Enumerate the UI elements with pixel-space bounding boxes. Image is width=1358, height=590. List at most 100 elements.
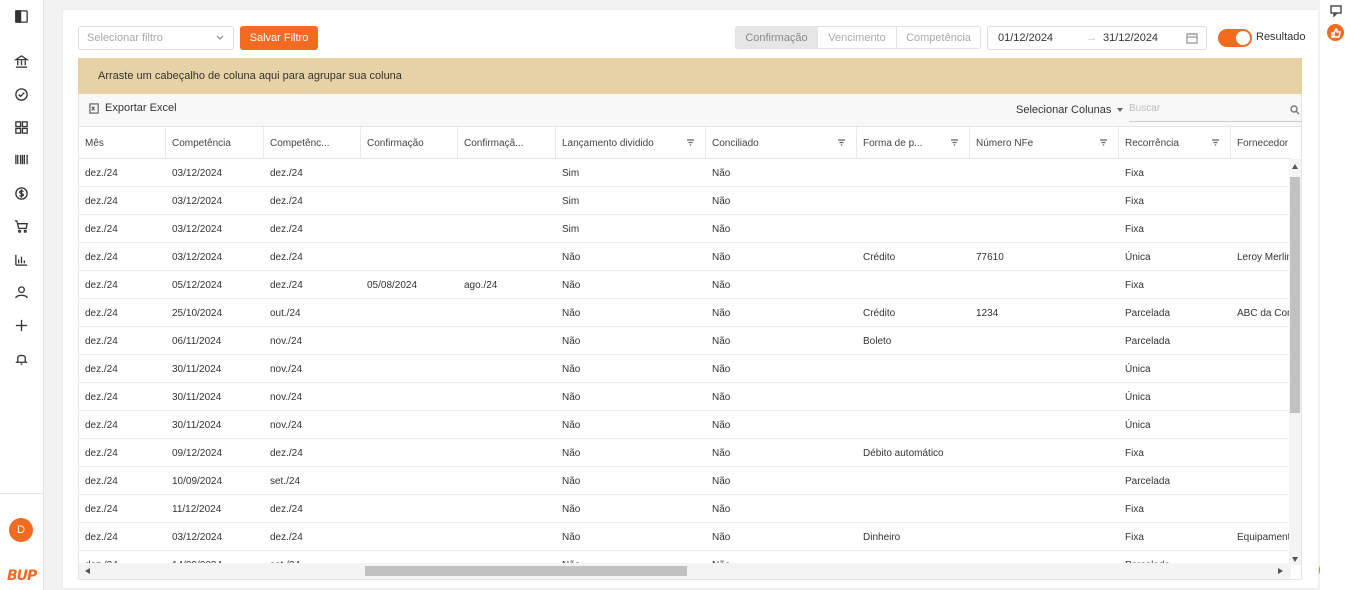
scroll-left-icon[interactable] — [85, 568, 90, 574]
scroll-right-icon[interactable] — [1278, 568, 1283, 574]
table-cell: Não — [562, 503, 581, 515]
table-row[interactable]: dez./24 06/11/2024 nov./24 Não Não Boleto Parc… — [79, 327, 1291, 355]
scroll-up-icon[interactable] — [1292, 164, 1298, 169]
table-cell: 10/09/2024 — [172, 475, 223, 487]
table-cell — [458, 243, 556, 271]
table-cell: 03/12/2024 — [172, 167, 223, 179]
select-columns-button[interactable]: Selecionar Colunas — [1016, 104, 1124, 116]
table-cell — [361, 467, 458, 495]
save-filter-button[interactable]: Salvar Filtro — [240, 26, 318, 50]
table-cell: 03/12/2024 — [172, 195, 223, 207]
brand-logo: BUP — [7, 568, 37, 584]
column-filter-icon[interactable] — [1211, 138, 1220, 147]
column-filter-icon[interactable] — [686, 138, 695, 147]
table-cell — [1231, 383, 1291, 411]
column-header[interactable]: Número NFe — [970, 127, 1119, 158]
table-cell — [857, 215, 970, 243]
group-panel[interactable]: Arraste um cabeçalho de coluna aqui para… — [78, 58, 1302, 94]
table-cell: dez./24 — [270, 447, 303, 459]
column-filter-icon[interactable] — [950, 138, 959, 147]
column-header-label: Competência — [172, 137, 231, 149]
table-cell: set./24 — [270, 475, 301, 487]
bell-icon[interactable] — [11, 348, 31, 368]
user-icon[interactable] — [11, 282, 31, 302]
horizontal-scrollbar[interactable] — [79, 563, 1291, 579]
table-cell: Débito automático — [863, 447, 944, 459]
bar-chart-icon[interactable] — [11, 249, 31, 269]
table-cell: Não — [562, 531, 581, 543]
column-header[interactable]: Competênc... — [264, 127, 361, 158]
column-header[interactable]: Competência — [166, 127, 264, 158]
table-row[interactable]: dez./24 03/12/2024 dez./24 Sim Não Fixa — [79, 187, 1291, 215]
grid-icon[interactable] — [11, 117, 31, 137]
grid-search-input[interactable]: Buscar — [1129, 100, 1302, 122]
table-cell — [361, 523, 458, 551]
table-row[interactable]: dez./24 03/12/2024 dez./24 Não Não Dinheiro Fi… — [79, 523, 1291, 551]
table-cell: 03/12/2024 — [172, 251, 223, 263]
date-end[interactable]: 31/12/2024 — [1103, 32, 1158, 44]
vertical-scroll-thumb[interactable] — [1290, 177, 1300, 413]
resultado-toggle[interactable] — [1218, 29, 1252, 47]
table-row[interactable]: dez./24 10/09/2024 set./24 Não Não Parcelada — [79, 467, 1291, 495]
grid-body: dez./24 03/12/2024 dez./24 Sim Não Fixa dez./2… — [79, 159, 1291, 565]
table-row[interactable]: dez./24 03/12/2024 dez./24 Sim Não Fixa — [79, 215, 1291, 243]
plus-icon[interactable] — [11, 315, 31, 335]
table-cell: dez./24 — [270, 279, 303, 291]
table-cell: Não — [562, 279, 581, 291]
horizontal-scroll-thumb[interactable] — [365, 566, 687, 576]
table-row[interactable]: dez./24 05/12/2024 dez./24 05/08/2024 ago./2… — [79, 271, 1291, 299]
filter-select[interactable]: Selecionar filtro — [78, 26, 234, 50]
table-cell — [970, 159, 1119, 187]
avatar[interactable]: D — [9, 518, 33, 542]
left-sidebar: D BUP — [0, 0, 44, 590]
scroll-down-icon[interactable] — [1292, 557, 1298, 562]
table-cell: dez./24 — [270, 167, 303, 179]
column-header[interactable]: Mês — [79, 127, 166, 158]
date-range-picker[interactable]: 01/12/2024 → 31/12/2024 — [987, 26, 1207, 50]
check-circle-icon[interactable] — [11, 84, 31, 104]
date-mode-vencimento[interactable]: Vencimento — [818, 27, 897, 48]
column-header-label: Recorrência — [1125, 137, 1179, 149]
bank-icon[interactable] — [11, 51, 31, 71]
calendar-icon[interactable] — [1186, 32, 1198, 44]
column-header[interactable]: Recorrência — [1119, 127, 1231, 158]
table-row[interactable]: dez./24 09/12/2024 dez./24 Não Não Débito aut… — [79, 439, 1291, 467]
column-header[interactable]: Fornecedor — [1231, 127, 1291, 158]
dollar-circle-icon[interactable] — [11, 183, 31, 203]
barcode-icon[interactable] — [11, 149, 31, 169]
thumbs-up-icon[interactable] — [1327, 24, 1344, 41]
column-header[interactable]: Lançamento dividido — [556, 127, 706, 158]
table-cell — [361, 495, 458, 523]
column-header[interactable]: Confirmação — [361, 127, 458, 158]
column-header[interactable]: Confirmaçã... — [458, 127, 556, 158]
table-cell: Não — [712, 475, 731, 487]
table-row[interactable]: dez./24 03/12/2024 dez./24 Não Não Crédito 776… — [79, 243, 1291, 271]
table-row[interactable]: dez./24 30/11/2024 nov./24 Não Não Única — [79, 383, 1291, 411]
vertical-scrollbar[interactable] — [1289, 159, 1301, 565]
date-mode-confirmacao[interactable]: Confirmação — [736, 27, 818, 48]
table-row[interactable]: dez./24 11/12/2024 dez./24 Não Não Fixa — [79, 495, 1291, 523]
table-cell: Parcelada — [1125, 335, 1171, 347]
table-cell — [1231, 411, 1291, 439]
table-cell: dez./24 — [85, 419, 118, 431]
right-rail — [1320, 0, 1358, 590]
column-header-label: Confirmaçã... — [464, 137, 524, 149]
column-header[interactable]: Forma de p... — [857, 127, 970, 158]
panel-toggle-icon[interactable] — [11, 6, 31, 26]
column-filter-icon[interactable] — [837, 138, 846, 147]
cart-icon[interactable] — [11, 216, 31, 236]
table-cell: Fixa — [1125, 447, 1144, 459]
table-cell — [361, 187, 458, 215]
grid-toolbar: Exportar Excel Selecionar Colunas Buscar — [78, 94, 1302, 126]
export-excel-button[interactable]: Exportar Excel — [89, 102, 177, 114]
date-start[interactable]: 01/12/2024 — [998, 32, 1053, 44]
table-row[interactable]: dez./24 30/11/2024 nov./24 Não Não Única — [79, 355, 1291, 383]
column-header[interactable]: Conciliado — [706, 127, 857, 158]
date-mode-competencia[interactable]: Competência — [897, 27, 980, 48]
table-cell — [857, 495, 970, 523]
table-row[interactable]: dez./24 03/12/2024 dez./24 Sim Não Fixa — [79, 159, 1291, 187]
column-filter-icon[interactable] — [1099, 138, 1108, 147]
feedback-icon[interactable] — [1330, 5, 1342, 18]
table-row[interactable]: dez./24 25/10/2024 out./24 Não Não Crédito 123… — [79, 299, 1291, 327]
table-row[interactable]: dez./24 30/11/2024 nov./24 Não Não Única — [79, 411, 1291, 439]
